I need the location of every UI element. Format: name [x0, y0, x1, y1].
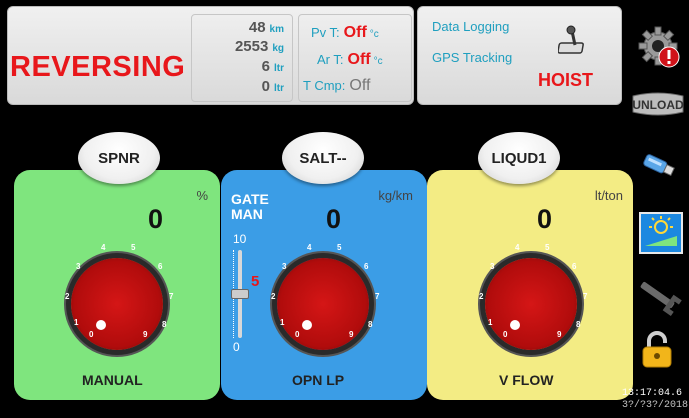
air-temp: Ar T: Off °c	[317, 51, 383, 68]
salt-value: 0	[326, 204, 342, 234]
salt-unit: kg/km	[378, 188, 413, 203]
knob-tick-label: 5	[131, 243, 136, 252]
knob-tick-label: 9	[349, 330, 354, 339]
knob-tick-label: 1	[280, 318, 285, 327]
liquid-unit: lt/ton	[594, 188, 623, 203]
knob-tick-label: 3	[76, 262, 81, 271]
joystick-icon[interactable]	[557, 23, 592, 62]
usb-drive-icon[interactable]	[640, 150, 676, 185]
liquid-button[interactable]: LIQUD1	[478, 132, 560, 184]
knob-tick-label: 2	[271, 292, 276, 301]
knob-tick-label: 3	[490, 262, 495, 271]
data-logging-label: Data Logging	[432, 19, 510, 34]
knob-tick-label: 0	[295, 330, 300, 339]
knob-tick-label: 9	[143, 330, 148, 339]
knob-tick-label: 4	[307, 243, 312, 252]
knob-tick-label: 7	[169, 292, 174, 301]
knob-tick-label: 6	[572, 262, 577, 271]
unload-icon[interactable]: UNLOAD	[630, 88, 686, 123]
hoist-label[interactable]: HOIST	[538, 70, 593, 91]
knob-tick-label: 9	[557, 330, 562, 339]
spinner-card: % 0 0 1 2 3 4 5 6 7 8 9 MANUAL	[14, 170, 220, 400]
distance-reading: 48 km	[248, 19, 284, 36]
liquid-value: 0	[537, 204, 553, 234]
knob-tick-label: 8	[368, 320, 373, 329]
knob-tick-label: 7	[583, 292, 588, 301]
knob-tick-label: 6	[158, 262, 163, 271]
knob-tick-label: 4	[515, 243, 520, 252]
spinner-mode-label[interactable]: MANUAL	[82, 372, 143, 388]
mode-label: REVERSING	[10, 51, 186, 83]
svg-text:UNLOAD: UNLOAD	[632, 98, 684, 112]
liquid-knob[interactable]	[485, 258, 577, 350]
logging-panel: Data Logging GPS Tracking HOIST	[417, 6, 622, 105]
spinner-knob[interactable]	[71, 258, 163, 350]
knob-tick-label: 5	[545, 243, 550, 252]
knob-tick-label: 4	[101, 243, 106, 252]
spinner-value: 0	[148, 204, 164, 234]
knob-tick-label: 3	[282, 262, 287, 271]
salt-mode-label[interactable]: OPN LP	[292, 372, 344, 388]
weight-reading: 2553 kg	[234, 38, 284, 55]
spinner-unit: %	[196, 188, 208, 203]
salt-knob[interactable]	[277, 258, 369, 350]
gate-label: GATE MAN	[231, 191, 269, 222]
pavement-temp: Pv T: Off °c	[311, 24, 379, 41]
knob-tick-label: 5	[337, 243, 342, 252]
knob-tick-label: 6	[364, 262, 369, 271]
gate-slider-handle[interactable]	[231, 289, 249, 299]
liquid-card: lt/ton 0 0 1 2 3 4 5 6 7 8 9 V FLOW	[427, 170, 633, 400]
knob-tick-label: 8	[576, 320, 581, 329]
gate-scale-min: 0	[233, 340, 240, 354]
temperature-panel: Pv T: Off °c Ar T: Off °c T Cmp: Off	[298, 14, 412, 102]
knob-tick-label: 0	[89, 330, 94, 339]
status-panel: REVERSING 48 km 2553 kg 6 ltr 0 ltr Pv T: Off…	[7, 6, 414, 105]
volume-reading-2: 0 ltr	[261, 78, 284, 95]
gate-scale-max: 10	[233, 232, 247, 246]
brightness-icon[interactable]	[639, 212, 683, 254]
clock: 13:17:04.6 3?/?3?/2018	[622, 388, 688, 412]
knob-tick-label: 1	[74, 318, 79, 327]
salt-button[interactable]: SALT--	[282, 132, 364, 184]
liquid-mode-label[interactable]: V FLOW	[499, 372, 553, 388]
gear-alert-icon[interactable]	[638, 26, 682, 75]
knob-tick-label: 2	[479, 292, 484, 301]
wrench-icon[interactable]	[634, 276, 682, 321]
gps-tracking-label: GPS Tracking	[432, 50, 513, 65]
knob-tick-label: 7	[375, 292, 380, 301]
knob-tick-label: 8	[162, 320, 167, 329]
knob-tick-label: 2	[65, 292, 70, 301]
clock-date: 3?/?3?/2018	[622, 400, 689, 411]
gate-slider-value: 5	[251, 273, 260, 290]
spinner-button[interactable]: SPNR	[78, 132, 160, 184]
knob-tick-label: 0	[503, 330, 508, 339]
meter-readings: 48 km 2553 kg 6 ltr 0 ltr	[191, 14, 293, 102]
padlock-icon[interactable]	[640, 330, 674, 375]
temp-compensation: T Cmp: Off	[303, 77, 371, 94]
volume-reading-1: 6 ltr	[261, 58, 284, 75]
knob-tick-label: 1	[488, 318, 493, 327]
clock-time: 13:17:04.6	[622, 388, 683, 399]
salt-card: GATE MAN kg/km 0 10 0 5 0 1 2 3 4 5 6 7 8…	[221, 170, 427, 400]
